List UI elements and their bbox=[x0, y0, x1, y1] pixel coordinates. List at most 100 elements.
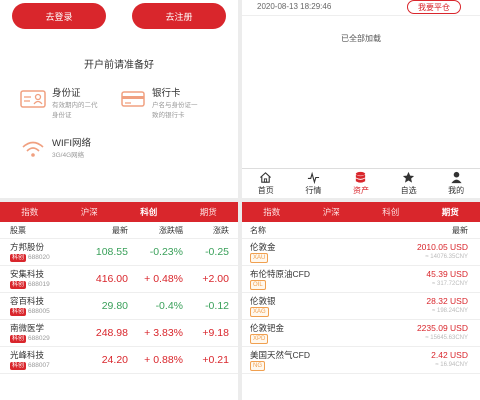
market-badge: 科创 bbox=[10, 361, 27, 370]
id-card-icon bbox=[20, 90, 46, 108]
close-position-button[interactable]: 我要平仓 bbox=[407, 0, 461, 14]
nav-market[interactable]: 行情 bbox=[290, 169, 338, 198]
stock-name-cell: 容百科技 科创 688005 bbox=[0, 296, 88, 316]
stock-price: 24.20 bbox=[101, 354, 128, 366]
futures-code: NG bbox=[250, 360, 265, 371]
column-change-pct: 涨跌幅 bbox=[159, 225, 183, 235]
requirement-id-card: 身份证 有效期内的二代 身份证 bbox=[20, 88, 98, 120]
nav-watchlist[interactable]: 自选 bbox=[385, 169, 433, 198]
tab-index[interactable]: 指数 bbox=[242, 202, 302, 222]
stock-change-pct: + 0.88% bbox=[144, 354, 183, 366]
tab-kechuang[interactable]: 科创 bbox=[119, 202, 179, 222]
stock-code: 688019 bbox=[28, 281, 50, 288]
futures-price-cell: 45.39 USD ≈ 317.72CNY bbox=[426, 269, 468, 289]
stock-code: 688020 bbox=[28, 254, 50, 261]
nav-home[interactable]: 首页 bbox=[242, 169, 290, 198]
requirement-title: 银行卡 bbox=[152, 88, 181, 99]
futures-code: OIL bbox=[250, 279, 266, 290]
tab-kechuang[interactable]: 科创 bbox=[361, 202, 421, 222]
futures-price-cny: ≈ 16.94CNY bbox=[435, 362, 468, 368]
record-header: 2020-08-13 18:29:46 我要平仓 bbox=[242, 0, 480, 16]
nav-label: 我的 bbox=[448, 186, 465, 195]
stock-change: -0.25 bbox=[205, 246, 229, 258]
column-change: 涨跌 bbox=[213, 225, 229, 235]
stock-row[interactable]: 南微医学 科创 688029 248.98 + 3.83% +9.18 bbox=[0, 320, 238, 347]
nav-label: 首页 bbox=[257, 186, 274, 195]
tab-futures[interactable]: 期货 bbox=[179, 202, 239, 222]
futures-name: 美国天然气CFD bbox=[250, 349, 310, 360]
futures-code-line: XPD bbox=[250, 333, 284, 344]
futures-row[interactable]: 伦敦金 XAU 2010.05 USD ≈ 14076.35CNY bbox=[242, 239, 480, 266]
futures-row[interactable]: 伦敦银 XAG 28.32 USD ≈ 198.24CNY bbox=[242, 293, 480, 320]
market-badge: 科创 bbox=[10, 334, 27, 343]
stock-code: 688005 bbox=[28, 308, 50, 315]
nav-assets[interactable]: 资产 bbox=[337, 169, 385, 198]
futures-code: XAG bbox=[250, 306, 269, 317]
user-icon bbox=[451, 171, 462, 184]
stock-code: 688029 bbox=[28, 335, 50, 342]
column-name: 名称 bbox=[250, 225, 266, 235]
futures-price-cny: ≈ 198.24CNY bbox=[432, 308, 468, 314]
futures-name-cell: 伦敦钯金 XPD bbox=[250, 323, 284, 344]
stock-name: 光峰科技 bbox=[10, 350, 45, 360]
requirement-desc: 致的银行卡 bbox=[152, 112, 185, 119]
stock-change: +9.18 bbox=[202, 327, 229, 339]
futures-price-cell: 28.32 USD ≈ 198.24CNY bbox=[426, 296, 468, 316]
stock-code-line: 科创 688029 bbox=[10, 334, 88, 343]
stock-name: 方邦股份 bbox=[10, 242, 45, 252]
stock-code-line: 科创 688007 bbox=[10, 361, 88, 370]
futures-column-header: 名称 最新 bbox=[242, 222, 480, 239]
stock-row[interactable]: 安集科技 科创 688019 416.00 + 0.48% +2.00 bbox=[0, 266, 238, 293]
futures-code-line: XAG bbox=[250, 306, 276, 317]
futures-price-cny: ≈ 317.72CNY bbox=[432, 281, 468, 287]
futures-row[interactable]: 伦敦钯金 XPD 2235.09 USD ≈ 15645.63CNY bbox=[242, 320, 480, 347]
futures-row[interactable]: 美国天然气CFD NG 2.42 USD ≈ 16.94CNY bbox=[242, 347, 480, 374]
futures-code: XPD bbox=[250, 333, 269, 344]
futures-price-usd: 2010.05 USD bbox=[416, 242, 468, 252]
column-stock: 股票 bbox=[10, 225, 26, 235]
login-button[interactable]: 去登录 bbox=[12, 3, 106, 29]
requirement-desc: 户名与身份证一 bbox=[152, 102, 198, 109]
tab-futures[interactable]: 期货 bbox=[421, 202, 480, 222]
account-open-panel: 去登录 去注册 开户前请准备好 身份证 有效期内的二代 身份证 银行卡 户名与身… bbox=[0, 0, 238, 198]
stock-panel: 指数 沪深 科创 期货 股票 最新 涨跌幅 涨跌 方邦股份 科创 688020 108… bbox=[0, 202, 238, 400]
futures-price-cell: 2235.09 USD ≈ 15645.63CNY bbox=[417, 323, 468, 343]
futures-code-line: NG bbox=[250, 360, 310, 371]
requirement-desc: 身份证 bbox=[52, 112, 72, 119]
futures-price-usd: 28.32 USD bbox=[426, 296, 468, 306]
tab-hushen[interactable]: 沪深 bbox=[302, 202, 362, 222]
tab-hushen[interactable]: 沪深 bbox=[60, 202, 120, 222]
futures-price-usd: 2.42 USD bbox=[431, 350, 468, 360]
requirement-title: 身份证 bbox=[52, 88, 81, 99]
futures-name-cell: 布伦特原油CFD OIL bbox=[250, 269, 310, 290]
stock-name: 容百科技 bbox=[10, 296, 45, 306]
register-button[interactable]: 去注册 bbox=[132, 3, 226, 29]
futures-name: 伦敦金 bbox=[250, 241, 276, 252]
stock-code-line: 科创 688019 bbox=[10, 280, 88, 289]
requirement-network: WIFI网络 3G/4G网络 bbox=[20, 138, 91, 160]
stock-code-line: 科创 688020 bbox=[10, 253, 88, 262]
futures-price-usd: 45.39 USD bbox=[426, 269, 468, 279]
futures-price-usd: 2235.09 USD bbox=[416, 323, 468, 333]
stock-row[interactable]: 容百科技 科创 688005 29.80 -0.4% -0.12 bbox=[0, 293, 238, 320]
stock-row[interactable]: 方邦股份 科创 688020 108.55 -0.23% -0.25 bbox=[0, 239, 238, 266]
requirement-desc: 有效期内的二代 bbox=[52, 102, 98, 109]
home-icon bbox=[260, 172, 272, 183]
tab-index[interactable]: 指数 bbox=[0, 202, 60, 222]
futures-row[interactable]: 布伦特原油CFD OIL 45.39 USD ≈ 317.72CNY bbox=[242, 266, 480, 293]
wifi-icon bbox=[22, 141, 44, 157]
nav-profile[interactable]: 我的 bbox=[432, 169, 480, 198]
stock-change-pct: -0.4% bbox=[155, 300, 183, 312]
star-icon bbox=[403, 171, 415, 183]
requirement-bank-card: 银行卡 户名与身份证一 致的银行卡 bbox=[120, 88, 198, 120]
futures-panel: 指数 沪深 科创 期货 名称 最新 伦敦金 XAU 2010.05 USD ≈ 140… bbox=[242, 202, 480, 400]
futures-code-line: OIL bbox=[250, 279, 310, 290]
futures-price-cell: 2010.05 USD ≈ 14076.35CNY bbox=[417, 242, 468, 262]
stock-row[interactable]: 光峰科技 科创 688007 24.20 + 0.88% +0.21 bbox=[0, 347, 238, 374]
futures-name: 伦敦钯金 bbox=[250, 322, 285, 333]
nav-label: 行情 bbox=[305, 186, 322, 195]
stock-change: +0.21 bbox=[202, 354, 229, 366]
stock-name: 安集科技 bbox=[10, 269, 45, 279]
stock-name-cell: 南微医学 科创 688029 bbox=[0, 323, 88, 343]
bottom-nav: 首页 行情 资产 自选 我的 bbox=[242, 168, 480, 198]
